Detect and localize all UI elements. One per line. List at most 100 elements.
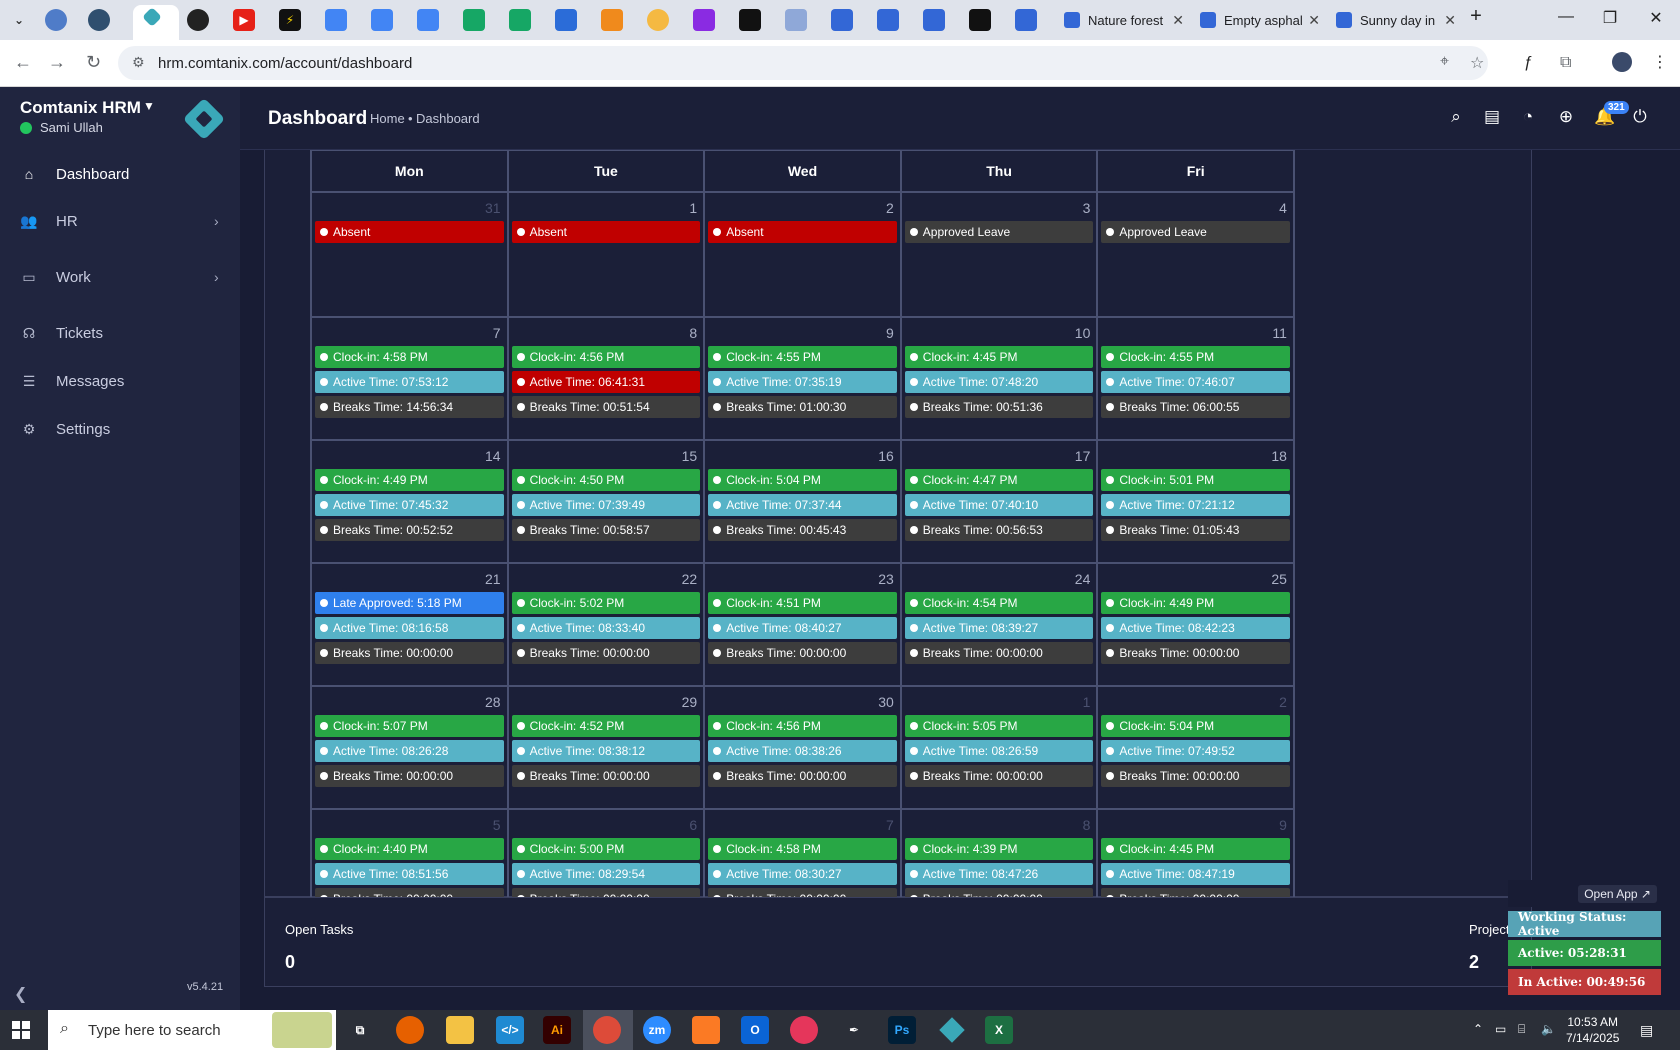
calendar-event[interactable]: Clock-in: 4:52 PM <box>511 715 701 737</box>
forms-icon[interactable] <box>831 9 853 31</box>
calendar-event[interactable]: Clock-in: 4:39 PM <box>904 838 1094 860</box>
calendar-event[interactable]: Active Time: 07:21:12 <box>1101 494 1290 516</box>
bookmark-star-icon[interactable]: ☆ <box>1470 53 1484 73</box>
tab-favicon-icon[interactable] <box>647 9 669 31</box>
calendar-event[interactable]: Breaks Time: 01:00:30 <box>708 396 897 418</box>
calendar-event[interactable]: Clock-in: 5:04 PM <box>1101 715 1290 737</box>
calendar-event[interactable]: Clock-in: 4:40 PM <box>315 838 504 860</box>
calendar-event[interactable]: Breaks Time: 00:00:00 <box>904 765 1094 787</box>
tab-favicon-icon[interactable] <box>45 9 67 31</box>
calendar-day[interactable]: 8 Clock-in: 4:56 PM Active Time: 06:41:31 B… <box>509 318 706 439</box>
power-icon[interactable]: ⏻ <box>1630 107 1650 127</box>
calendar-event[interactable]: Clock-in: 4:47 PM <box>904 469 1094 491</box>
close-tab-icon[interactable]: ✕ <box>1444 12 1456 29</box>
calendar-event[interactable]: Breaks Time: 00:00:00 <box>511 765 701 787</box>
puzzle-icon[interactable]: ⧉ <box>1560 54 1571 72</box>
sidebar-item-tickets[interactable]: ☊ Tickets <box>0 313 240 353</box>
calendar-event[interactable]: Approved Leave <box>1101 221 1290 243</box>
calendar-event[interactable]: Breaks Time: 00:45:43 <box>708 519 897 541</box>
calendar-day[interactable]: 18 Clock-in: 5:01 PM Active Time: 07:21:12… <box>1098 441 1293 562</box>
forms-icon[interactable] <box>923 9 945 31</box>
browser-tab[interactable]: Empty asphalt ✕ <box>1192 6 1320 34</box>
tab-favicon-icon[interactable] <box>785 9 807 31</box>
outlook-icon[interactable]: O <box>741 1016 769 1044</box>
calendar-day[interactable]: 10 Clock-in: 4:45 PM Active Time: 07:48:20… <box>902 318 1099 439</box>
location-icon[interactable]: ⌖ <box>1440 53 1449 71</box>
calendar-day[interactable]: 2 Absent <box>705 193 902 316</box>
clock-icon[interactable]: ◔ <box>1518 107 1538 127</box>
calendar-event[interactable]: Active Time: 08:42:23 <box>1101 617 1290 639</box>
calendar-event[interactable]: Clock-in: 4:54 PM <box>904 592 1094 614</box>
calendar-event[interactable]: Absent <box>511 221 701 243</box>
zoom-icon[interactable]: zm <box>643 1016 671 1044</box>
back-icon[interactable]: ← <box>14 52 32 73</box>
collapse-sidebar-icon[interactable]: ❮ <box>14 984 27 1004</box>
sidebar-item-dashboard[interactable]: ⌂ Dashboard <box>0 154 240 194</box>
close-tab-icon[interactable]: ✕ <box>1172 12 1184 29</box>
tab-favicon-icon[interactable] <box>555 9 577 31</box>
sidebar-item-messages[interactable]: ☰ Messages <box>0 361 240 401</box>
browser-tab[interactable]: Nature forest ✕ <box>1056 6 1184 34</box>
calendar-day[interactable]: 29 Clock-in: 4:52 PM Active Time: 08:38:12… <box>509 687 706 808</box>
network-icon[interactable]: ⌸ <box>1518 1022 1525 1037</box>
extension-icon[interactable]: ƒ <box>1524 54 1533 72</box>
photoshop-icon[interactable]: Ps <box>888 1016 916 1044</box>
tab-favicon-icon[interactable] <box>187 9 209 31</box>
calendar-day[interactable]: 2 Clock-in: 5:04 PM Active Time: 07:49:52 B… <box>1098 687 1293 808</box>
calendar-event[interactable]: Clock-in: 5:05 PM <box>904 715 1094 737</box>
calendar-event[interactable]: Breaks Time: 00:51:54 <box>511 396 701 418</box>
calendar-event[interactable]: Breaks Time: 00:00:00 <box>708 642 897 664</box>
calendar-event[interactable]: Active Time: 08:38:26 <box>708 740 897 762</box>
calendar-event[interactable]: Clock-in: 4:50 PM <box>511 469 701 491</box>
calendar-event[interactable]: Active Time: 08:26:28 <box>315 740 504 762</box>
calendar-event[interactable]: Clock-in: 4:49 PM <box>1101 592 1290 614</box>
calendar-event[interactable]: Active Time: 07:48:20 <box>904 371 1094 393</box>
calendar-event[interactable]: Breaks Time: 00:00:00 <box>1101 765 1290 787</box>
forward-icon[interactable]: → <box>48 52 66 73</box>
calendar-event[interactable]: Active Time: 08:40:27 <box>708 617 897 639</box>
calendar-event[interactable]: Active Time: 08:47:26 <box>904 863 1094 885</box>
omnibox[interactable]: ⚙ hrm.comtanix.com/account/dashboard ⌖ ☆ <box>118 46 1488 80</box>
calendar-event[interactable]: Clock-in: 5:01 PM <box>1101 469 1290 491</box>
calendar-event[interactable]: Active Time: 07:46:07 <box>1101 371 1290 393</box>
calendar-event[interactable]: Breaks Time: 00:51:36 <box>904 396 1094 418</box>
calendar-event[interactable]: Active Time: 07:39:49 <box>511 494 701 516</box>
forms-icon[interactable] <box>1015 9 1037 31</box>
tray-chevron-icon[interactable]: ⌃ <box>1473 1022 1483 1036</box>
calendar-event[interactable]: Clock-in: 4:55 PM <box>1101 346 1290 368</box>
hrm-app-icon[interactable] <box>938 1016 966 1044</box>
calendar-event[interactable]: Late Approved: 5:18 PM <box>315 592 504 614</box>
calendar-day[interactable]: 1 Clock-in: 5:05 PM Active Time: 08:26:59 B… <box>902 687 1099 808</box>
tab-favicon-icon[interactable]: ⚡ <box>279 9 301 31</box>
vscode-icon[interactable]: </> <box>496 1016 524 1044</box>
calendar-day[interactable]: 9 Clock-in: 4:55 PM Active Time: 07:35:19 B… <box>705 318 902 439</box>
excel-icon[interactable]: X <box>985 1016 1013 1044</box>
docs-icon[interactable] <box>371 9 393 31</box>
calendar-event[interactable]: Active Time: 08:16:58 <box>315 617 504 639</box>
calendar-day[interactable]: 7 Clock-in: 4:58 PM Active Time: 07:53:12 B… <box>312 318 509 439</box>
taskbar-search[interactable]: ⌕ Type here to search <box>48 1010 336 1050</box>
calendar-event[interactable]: Breaks Time: 00:00:00 <box>904 642 1094 664</box>
youtube-icon[interactable]: ▶ <box>233 9 255 31</box>
active-tab[interactable] <box>133 5 179 40</box>
calendar-event[interactable]: Clock-in: 4:58 PM <box>708 838 897 860</box>
calendar-event[interactable]: Breaks Time: 01:05:43 <box>1101 519 1290 541</box>
docs-icon[interactable] <box>417 9 439 31</box>
calendar-event[interactable]: Active Time: 07:40:10 <box>904 494 1094 516</box>
calendar-event[interactable]: Active Time: 08:38:12 <box>511 740 701 762</box>
calendar-event[interactable]: Active Time: 08:33:40 <box>511 617 701 639</box>
calendar-day[interactable]: 15 Clock-in: 4:50 PM Active Time: 07:39:49… <box>509 441 706 562</box>
browser-tab[interactable]: Sunny day in ✕ <box>1328 6 1456 34</box>
profile-avatar-icon[interactable] <box>1612 52 1632 72</box>
chevron-down-icon[interactable]: ▼ <box>143 99 155 113</box>
tab-favicon-icon[interactable] <box>739 9 761 31</box>
volume-icon[interactable]: 🔈 <box>1541 1022 1556 1036</box>
task-view-icon[interactable]: ⧉ <box>346 1016 374 1044</box>
calendar-event[interactable]: Clock-in: 4:45 PM <box>904 346 1094 368</box>
calendar-day[interactable]: 23 Clock-in: 4:51 PM Active Time: 08:40:27… <box>705 564 902 685</box>
xampp-icon[interactable] <box>692 1016 720 1044</box>
calendar-event[interactable]: Breaks Time: 00:58:57 <box>511 519 701 541</box>
calendar-event[interactable]: Breaks Time: 00:00:00 <box>1101 642 1290 664</box>
minimize-icon[interactable]: — <box>1546 8 1586 26</box>
calendar-day[interactable]: 4 Approved Leave <box>1098 193 1293 316</box>
